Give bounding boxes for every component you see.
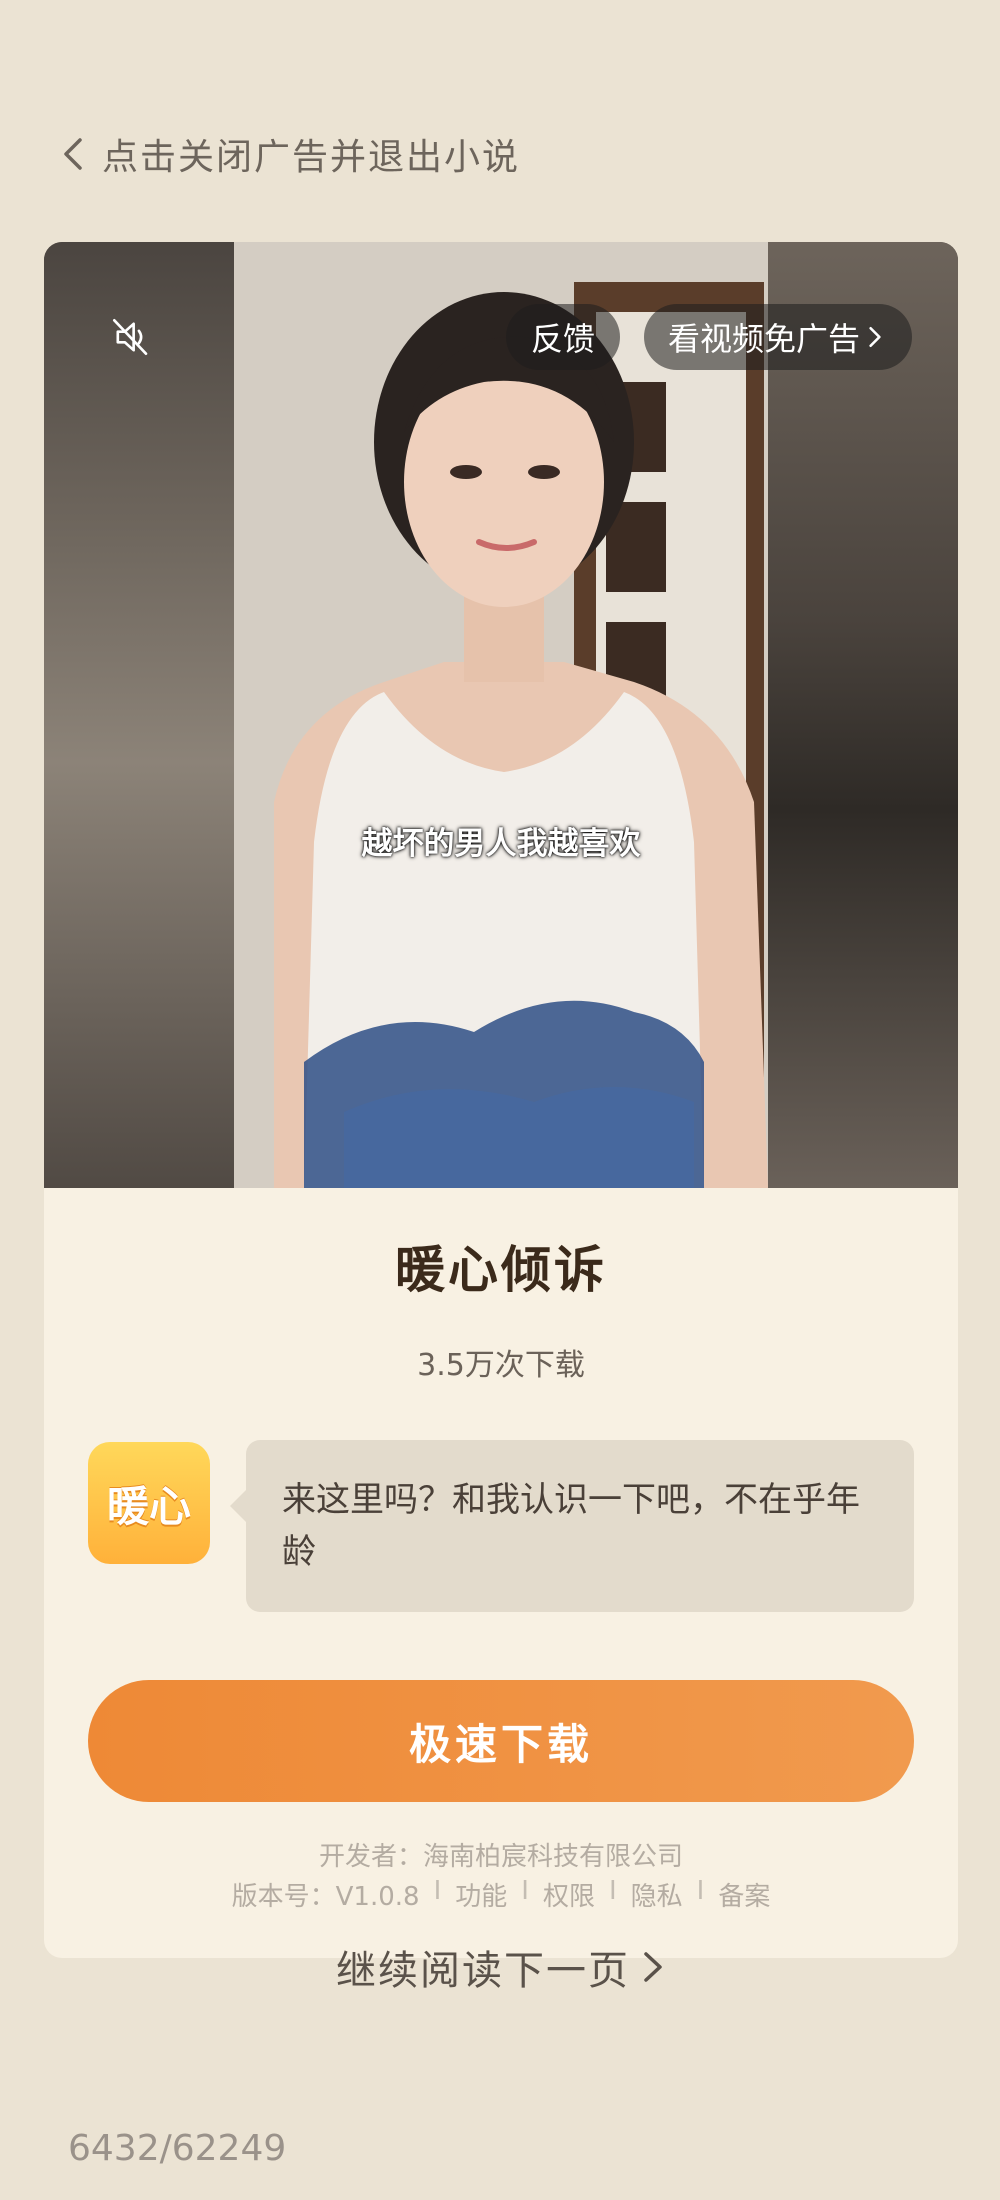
page-counter: 6432/62249 — [68, 2128, 287, 2169]
separator: I — [696, 1876, 705, 1906]
next-page-label: 继续阅读下一页 — [336, 1948, 630, 1994]
privacy-link[interactable]: 隐私 — [631, 1876, 683, 1913]
version-label: 版本号：V1.0.8 — [231, 1882, 420, 1912]
continue-next-page-button[interactable]: 继续阅读下一页 — [0, 1938, 1000, 1996]
video-blur-right — [768, 242, 958, 1188]
muted-speaker-icon — [112, 318, 148, 356]
watch-video-skip-ad-button[interactable]: 看视频免广告 — [644, 304, 912, 370]
close-ad-exit-button[interactable]: 点击关闭广告并退出小说 — [60, 128, 520, 180]
ad-message-bubble: 来这里吗？和我认识一下吧，不在乎年龄 — [230, 1440, 914, 1612]
video-frame: 越坏的男人我越喜欢 — [234, 242, 768, 1188]
app-icon-text: 暖心 — [106, 1481, 191, 1531]
developer-info: 开发者：海南柏宸科技有限公司 — [318, 1842, 683, 1872]
skip-ad-label: 看视频免广告 — [668, 320, 861, 358]
chevron-left-icon — [64, 138, 82, 170]
video-blur-left — [44, 242, 234, 1188]
app-meta-links: 版本号：V1.0.8 I 功能 I 权限 I 隐私 I 备案 — [44, 1876, 958, 1913]
close-ad-label: 点击关闭广告并退出小说 — [102, 137, 521, 178]
permissions-link[interactable]: 权限 — [543, 1876, 595, 1913]
chevron-right-icon — [644, 1952, 662, 1982]
app-icon[interactable]: 暖心 — [88, 1442, 210, 1564]
ad-video[interactable]: 越坏的男人我越喜欢 反馈 看视频免广告 — [44, 242, 958, 1188]
download-count: 3.5万次下载 — [417, 1348, 585, 1383]
filing-link[interactable]: 备案 — [718, 1876, 770, 1913]
ad-card[interactable]: 越坏的男人我越喜欢 反馈 看视频免广告 暖心倾诉 3.5万次下载 暖心 来这里吗… — [44, 242, 958, 1958]
separator: I — [608, 1876, 617, 1906]
video-subtitle: 越坏的男人我越喜欢 — [361, 826, 641, 862]
mute-button[interactable] — [106, 312, 156, 362]
features-link[interactable]: 功能 — [455, 1876, 507, 1913]
video-image — [234, 242, 768, 1188]
reader-page: 点击关闭广告并退出小说 越坏的男人我越喜欢 反馈 看视频免广告 暖心倾诉 3.5… — [0, 0, 1000, 2200]
feedback-button[interactable]: 反馈 — [506, 304, 620, 370]
app-name: 暖心倾诉 — [395, 1241, 607, 1299]
fast-download-button[interactable]: 极速下载 — [88, 1680, 914, 1802]
separator: I — [521, 1876, 529, 1906]
separator: I — [433, 1876, 442, 1906]
chevron-right-icon — [869, 326, 881, 348]
feedback-label: 反馈 — [530, 320, 595, 358]
